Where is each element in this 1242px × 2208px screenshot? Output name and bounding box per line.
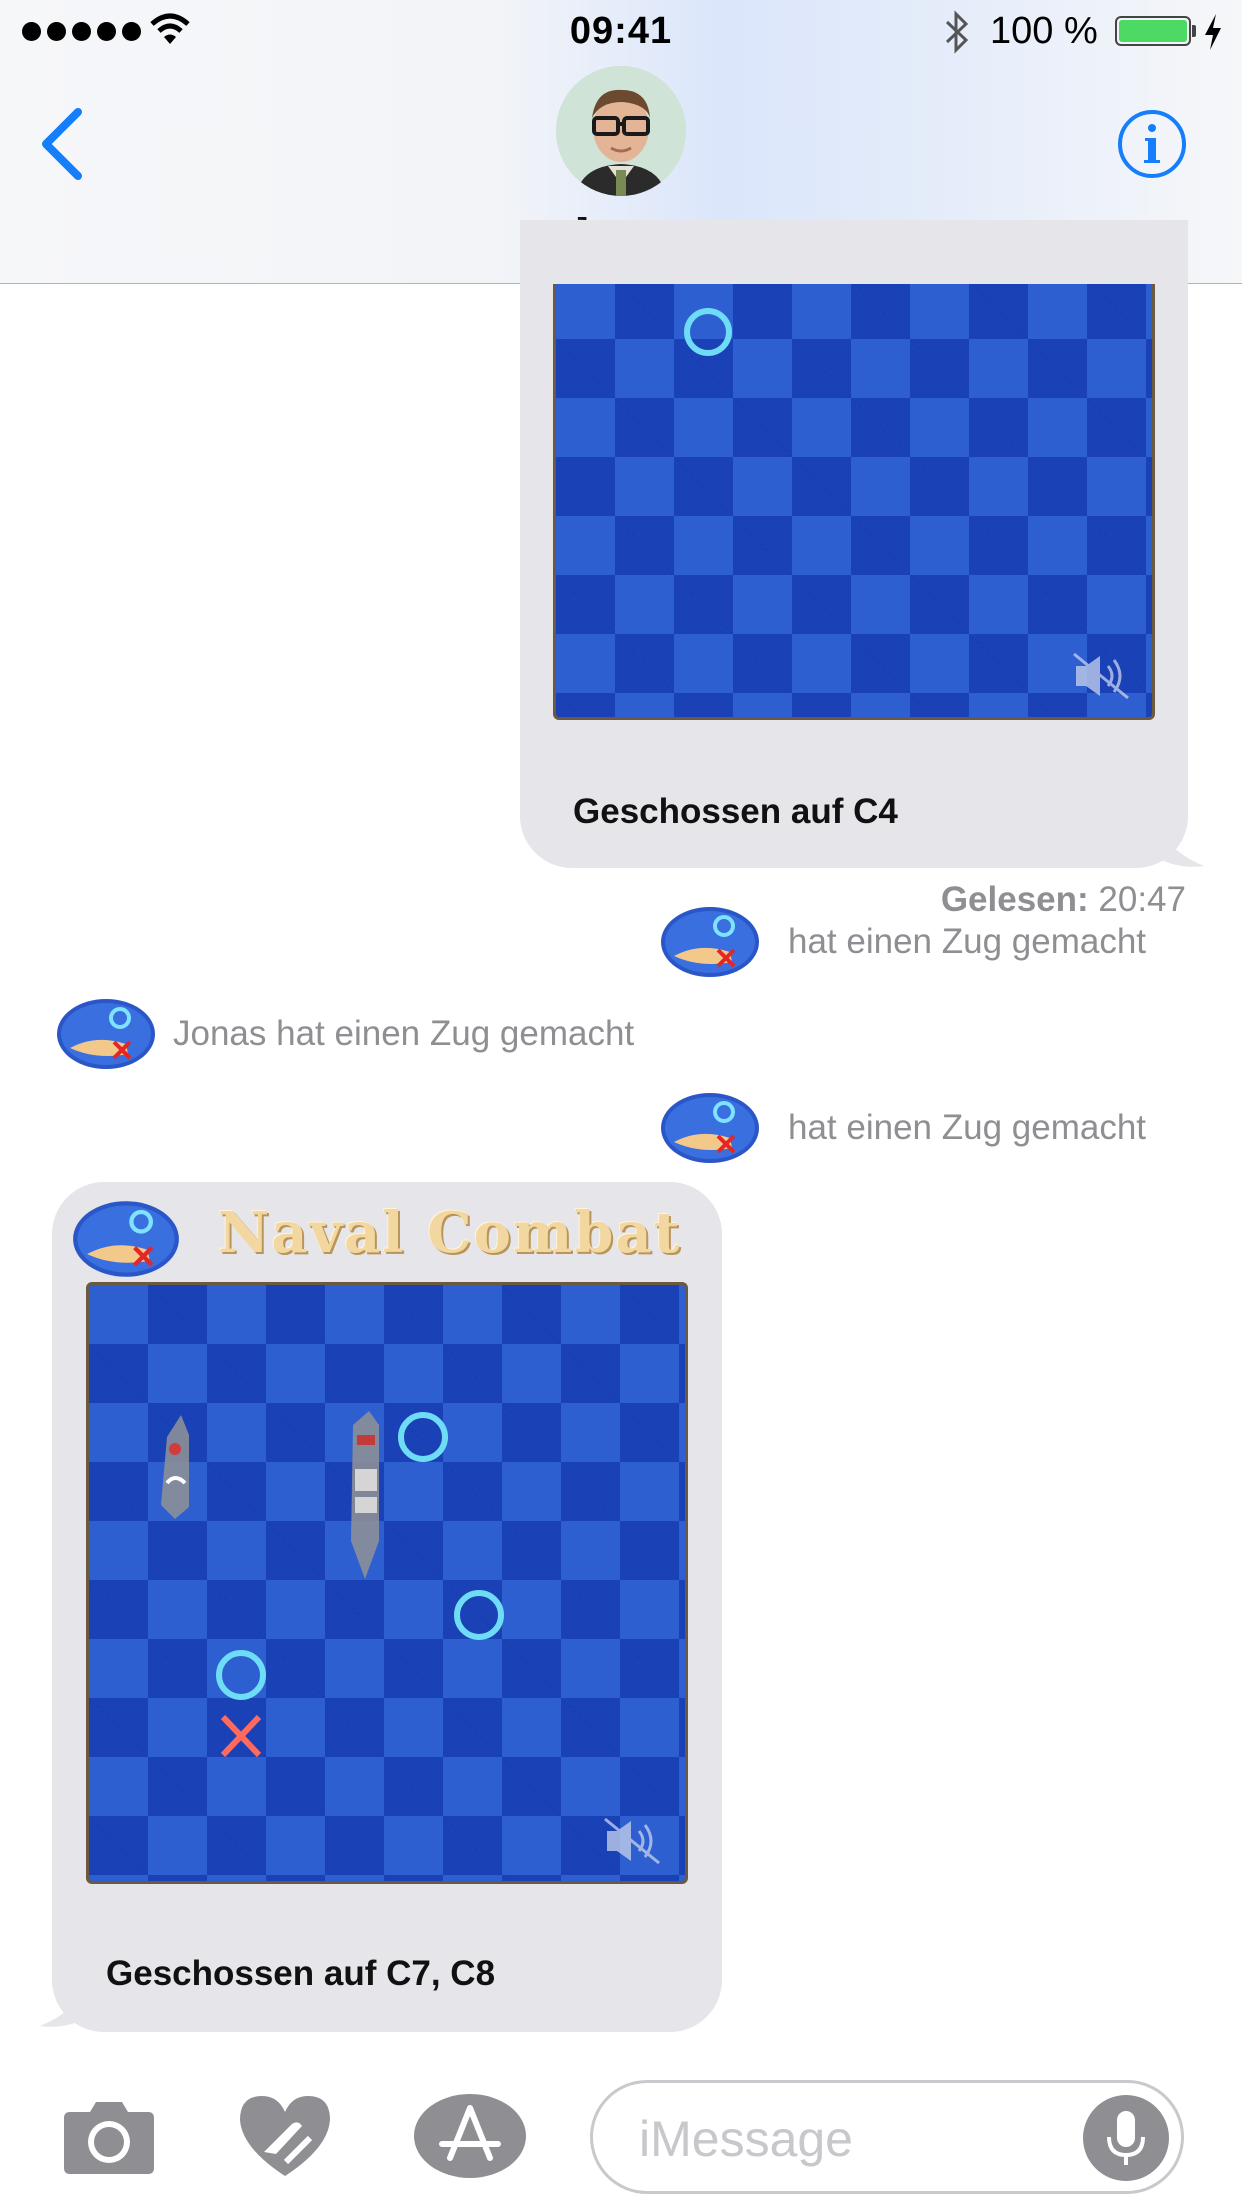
board-markers xyxy=(684,308,1129,700)
miss-marker xyxy=(216,1650,266,1700)
battery-nub xyxy=(1192,25,1196,37)
camera-icon[interactable] xyxy=(62,2096,156,2176)
sent-game-caption: Geschossen auf C4 xyxy=(573,792,898,831)
hit-marker xyxy=(220,1714,262,1758)
message-input[interactable] xyxy=(637,2103,1061,2175)
microphone-icon xyxy=(1107,2111,1145,2165)
battery-fill xyxy=(1119,20,1187,42)
bubble-tail-left xyxy=(40,1968,94,2027)
game-board-sent[interactable] xyxy=(553,284,1155,720)
read-receipt: Gelesen: 20:47 xyxy=(941,880,1186,920)
status-bar: 09:41 100 % xyxy=(0,0,1242,64)
imessage-input-field[interactable] xyxy=(590,2080,1184,2194)
battery-icon xyxy=(1115,16,1191,46)
miss-marker xyxy=(684,308,732,356)
naval-combat-logo: Naval Combat xyxy=(218,1200,682,1266)
info-icon[interactable] xyxy=(1116,108,1188,180)
sound-muted-icon[interactable] xyxy=(604,1817,660,1865)
read-receipt-time: 20:47 xyxy=(1098,880,1186,919)
bluetooth-icon xyxy=(945,10,969,54)
battery-percent: 100 % xyxy=(990,10,1098,52)
received-game-caption: Geschossen auf C7, C8 xyxy=(106,1954,496,1993)
naval-combat-app-icon xyxy=(73,1201,179,1277)
sound-muted-icon xyxy=(1073,652,1129,700)
naval-combat-app-icon[interactable] xyxy=(660,906,760,978)
charging-bolt-icon xyxy=(1205,14,1221,50)
contact-avatar[interactable] xyxy=(556,66,686,196)
read-receipt-label: Gelesen: xyxy=(940,880,1089,919)
heart-touch-icon[interactable] xyxy=(236,2092,334,2180)
board-markers xyxy=(161,1411,660,1865)
event-text-3: hat einen Zug gemacht xyxy=(788,1108,1147,1147)
bubble-tail-right xyxy=(1150,808,1204,867)
ship-icon xyxy=(351,1411,379,1579)
avatar-portrait-icon xyxy=(556,66,686,196)
microphone-button[interactable] xyxy=(1083,2095,1169,2181)
game-board-received[interactable] xyxy=(86,1282,688,1884)
miss-marker xyxy=(454,1590,504,1640)
miss-marker xyxy=(398,1412,448,1462)
app-store-icon[interactable] xyxy=(412,2092,528,2180)
ship-icon xyxy=(161,1415,189,1519)
naval-combat-app-icon[interactable] xyxy=(660,1092,760,1164)
back-chevron-icon[interactable] xyxy=(34,104,94,184)
naval-combat-app-icon[interactable] xyxy=(56,998,156,1070)
event-text-1: hat einen Zug gemacht xyxy=(788,922,1147,961)
event-text-2: Jonas hat einen Zug gemacht xyxy=(173,1014,635,1053)
